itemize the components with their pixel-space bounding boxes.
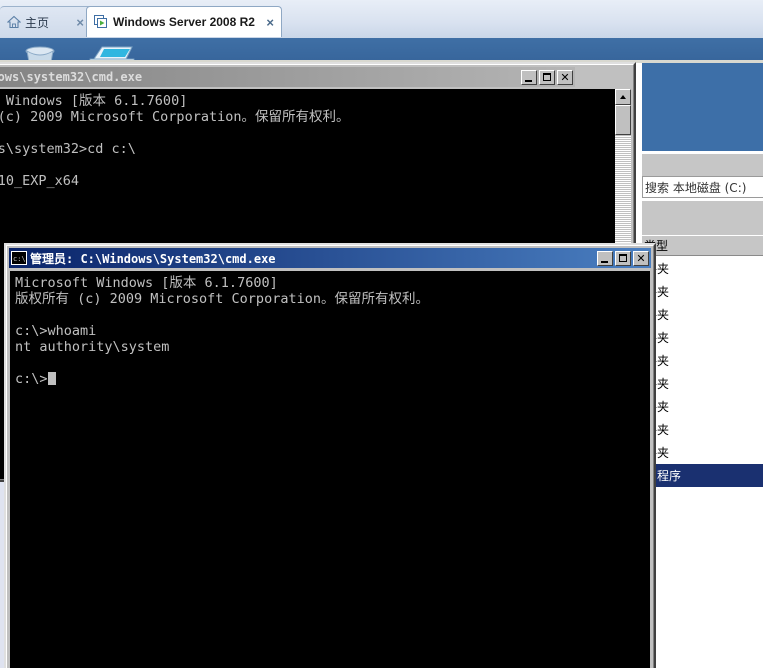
tab-home[interactable]: 主页 × <box>0 6 92 37</box>
window1-controls: ✕ <box>515 69 573 85</box>
list-item[interactable]: 件夹 <box>642 257 763 280</box>
window2-console-text: Microsoft Windows [版本 6.1.7600] 版权所有 (c) … <box>10 271 650 387</box>
console-line: >MS15010_EXP_x64 <box>0 173 80 189</box>
window2-title: 管理员: C:\Windows\System32\cmd.exe <box>30 251 276 266</box>
explorer-title-area <box>642 63 763 151</box>
window1-close-button[interactable]: ✕ <box>557 69 573 85</box>
tab-home-close-icon[interactable]: × <box>72 16 84 29</box>
window1-minimize-button[interactable] <box>521 69 537 85</box>
window2-titlebar[interactable]: c:\ 管理员: C:\Windows\System32\cmd.exe ✕ <box>9 248 651 268</box>
console-line: > <box>0 205 617 221</box>
virtual-machine-icon <box>94 14 109 30</box>
list-item[interactable]: 件夹 <box>642 326 763 349</box>
console-line: 版权所有 (c) 2009 Microsoft Corporation。保留所有… <box>15 291 429 307</box>
home-icon <box>7 15 21 29</box>
console-line: Microsoft Windows [版本 6.1.7600] <box>15 275 278 291</box>
console-line: Windows\system32>cd c:\ <box>0 141 136 157</box>
console-line: rosoft Windows [版本 6.1.7600] <box>5 93 188 109</box>
console-line: c:\>whoami <box>15 323 97 339</box>
list-item[interactable]: 件夹 <box>642 418 763 441</box>
list-item[interactable]: 件夹 <box>642 372 763 395</box>
tab-windows-server-vm-label: Windows Server 2008 R2 ... <box>113 15 257 29</box>
console-line: 汉所有 (c) 2009 Microsoft Corporation。保留所有权… <box>0 109 350 125</box>
window1-titlebar[interactable]: C:\Windows\system32\cmd.exe ✕ <box>0 67 575 87</box>
window1-console-text: rosoft Windows [版本 6.1.7600]汉所有 (c) 2009… <box>0 89 617 221</box>
window2-console-area[interactable]: Microsoft Windows [版本 6.1.7600] 版权所有 (c) … <box>10 271 650 668</box>
list-item[interactable]: 件夹 <box>642 303 763 326</box>
text-cursor <box>47 372 56 385</box>
window2-controls: ✕ <box>591 250 649 266</box>
window1-title: C:\Windows\system32\cmd.exe <box>0 70 143 84</box>
window2-close-button[interactable]: ✕ <box>633 250 649 266</box>
window1-scroll-up-button[interactable] <box>615 89 631 105</box>
window2-maximize-button[interactable] <box>615 250 631 266</box>
column-header-type[interactable]: 类型 <box>642 235 763 256</box>
chevron-up-icon <box>620 95 626 99</box>
list-item[interactable]: 用程序 <box>642 464 763 487</box>
window2-minimize-button[interactable] <box>597 250 613 266</box>
tab-home-label: 主页 <box>25 15 50 30</box>
list-item[interactable]: 件夹 <box>642 349 763 372</box>
tab-windows-server-vm[interactable]: Windows Server 2008 R2 ... × <box>86 6 282 37</box>
explorer-toolbar <box>642 153 763 176</box>
file-list[interactable]: 件夹 件夹 件夹 件夹 件夹 件夹 件夹 件夹 件夹 用程序 <box>642 257 763 668</box>
console-line: c:\> <box>15 371 650 387</box>
svg-text:c:\: c:\ <box>13 255 26 263</box>
screen-root: 主页 × Windows Server 2008 R2 ... × 搜索 本地磁… <box>0 0 763 668</box>
window1-maximize-button[interactable] <box>539 69 555 85</box>
explorer-secondary-toolbar <box>642 200 763 235</box>
cmd-icon: c:\ <box>11 251 27 265</box>
list-item[interactable]: 件夹 <box>642 395 763 418</box>
window1-scroll-thumb[interactable] <box>615 105 631 135</box>
list-item[interactable]: 件夹 <box>642 280 763 303</box>
console-line: nt authority\system <box>15 339 170 355</box>
list-item[interactable]: 件夹 <box>642 441 763 464</box>
tab-windows-server-vm-close-icon[interactable]: × <box>262 16 274 29</box>
admin-cmd-window[interactable]: c:\ 管理员: C:\Windows\System32\cmd.exe ✕ M… <box>4 243 656 668</box>
search-input-text: 搜索 本地磁盘 (C:) <box>645 180 747 195</box>
search-input[interactable]: 搜索 本地磁盘 (C:) <box>642 176 763 198</box>
tab-strip: 主页 × Windows Server 2008 R2 ... × <box>0 0 763 39</box>
